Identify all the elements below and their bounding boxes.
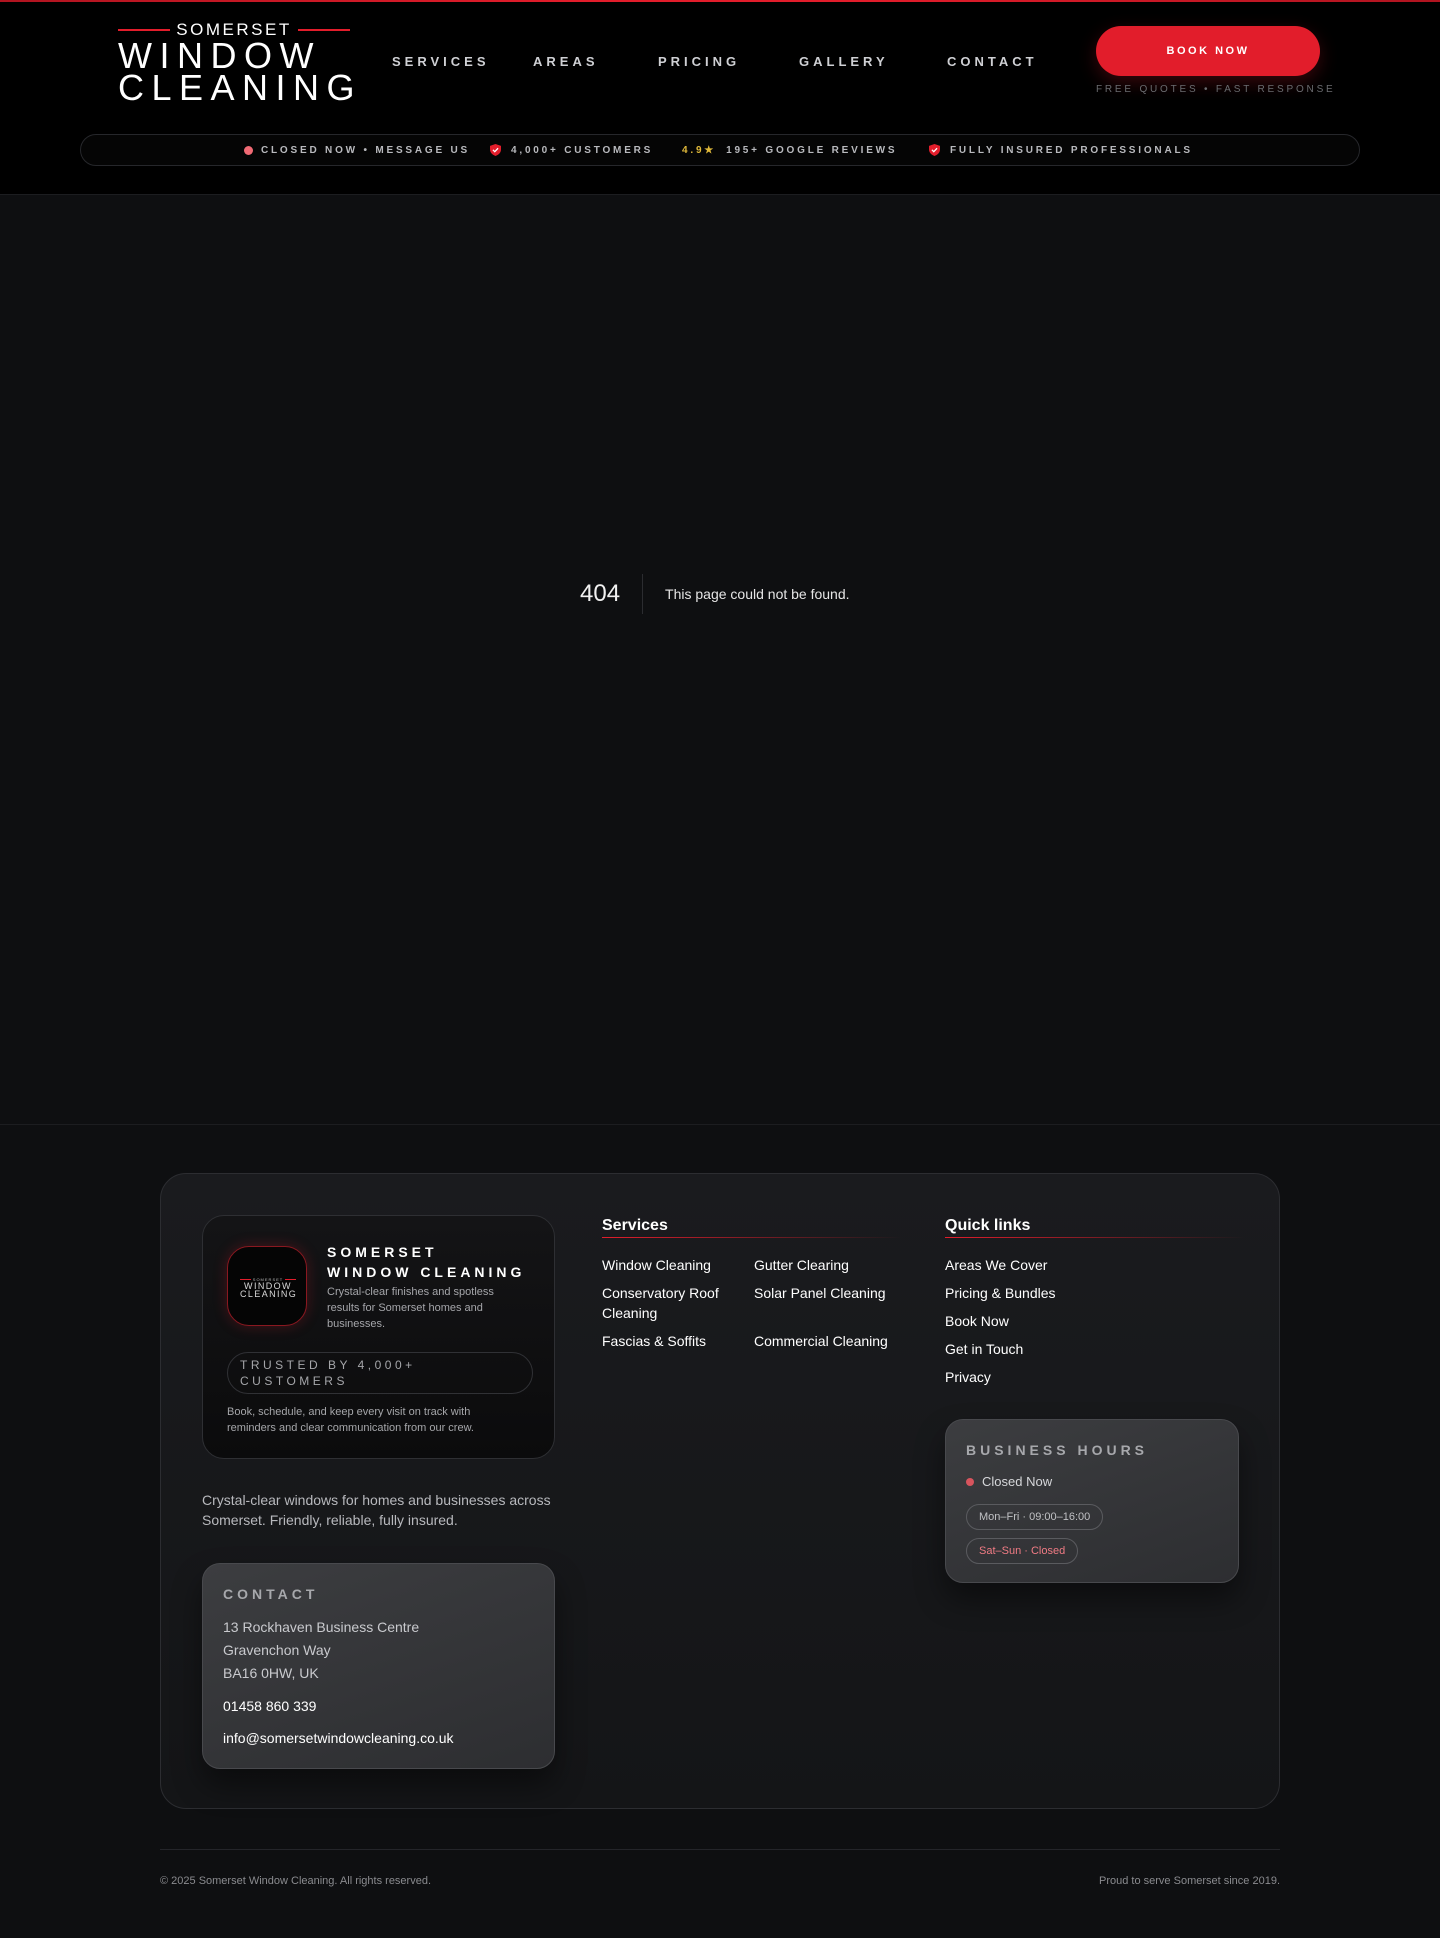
nav-services[interactable]: SERVICES: [392, 52, 490, 72]
status-text: CLOSED NOW • MESSAGE US: [261, 144, 471, 156]
book-now-button[interactable]: BOOK NOW: [1096, 26, 1320, 76]
status-item[interactable]: CLOSED NOW • MESSAGE US: [244, 135, 470, 165]
services-heading-rule: [602, 1237, 902, 1238]
insured-item: FULLY INSURED PROFESSIONALS: [929, 135, 1193, 165]
brand-name-line-2: WINDOW CLEANING: [327, 1264, 526, 1280]
trust-bar: CLOSED NOW • MESSAGE US 4,000+ CUSTOMERS…: [80, 134, 1360, 166]
business-hours-card: BUSINESS HOURS Closed Now Mon–Fri · 09:0…: [945, 1419, 1239, 1583]
contact-card: CONTACT 13 Rockhaven Business Centre Gra…: [202, 1563, 555, 1769]
weekday-hours-pill: Mon–Fri · 09:00–16:00: [966, 1504, 1104, 1530]
free-quotes-note: FREE QUOTES • FAST RESPONSE: [1096, 84, 1336, 95]
phone-link[interactable]: 01458 860 339: [223, 1696, 316, 1716]
nav-contact[interactable]: CONTACT: [947, 52, 1038, 72]
nav-pricing[interactable]: PRICING: [658, 52, 740, 72]
brand-name: SOMERSET WINDOW CLEANING: [327, 1242, 547, 1282]
copyright-text: © 2025 Somerset Window Cleaning. All rig…: [160, 1875, 432, 1887]
service-link-conservatory-roof[interactable]: Conservatory Roof Cleaning: [602, 1283, 732, 1323]
logo-rule-right: [297, 29, 350, 31]
address-line-2: Gravenchon Way: [223, 1642, 331, 1658]
main-content: 404 This page could not be found.: [0, 196, 1440, 1125]
error-code: 404: [580, 574, 644, 614]
shield-check-icon: [490, 144, 501, 156]
brand-description: Crystal-clear finishes and spotless resu…: [327, 1286, 494, 1330]
hours-status-text: Closed Now: [982, 1474, 1053, 1489]
nav-areas[interactable]: AREAS: [533, 52, 599, 72]
badge-line-2: CLEANING: [240, 1289, 298, 1299]
logo-line-2: CLEANING: [118, 67, 363, 108]
service-link-solar-panel[interactable]: Solar Panel Cleaning: [754, 1283, 886, 1303]
since-text: Proud to serve Somerset since 2019.: [1099, 1875, 1280, 1887]
site-header: SOMERSET WINDOW CLEANING SERVICES AREAS …: [0, 0, 1440, 195]
error-text: This page could not be found.: [665, 586, 850, 602]
brand-badge-logo: SOMERSET WINDOW CLEANING: [227, 1246, 307, 1326]
hours-title: BUSINESS HOURS: [966, 1442, 1149, 1458]
address-line-3: BA16 0HW, UK: [223, 1665, 319, 1681]
service-link-commercial[interactable]: Commercial Cleaning: [754, 1331, 888, 1351]
quick-link-book[interactable]: Book Now: [945, 1311, 1009, 1331]
weekend-hours-pill: Sat–Sun · Closed: [966, 1538, 1079, 1564]
quick-links-heading: Quick links: [945, 1217, 1031, 1234]
status-dot-icon: [966, 1478, 974, 1486]
brand-name-line-1: SOMERSET: [327, 1244, 438, 1260]
quick-links-heading-rule: [945, 1237, 1245, 1238]
status-dot-icon: [244, 145, 253, 155]
rating-value: 4.9★: [682, 144, 717, 156]
hours-status: Closed Now: [966, 1472, 1052, 1492]
footer-brand-card: SOMERSET WINDOW CLEANING SOMERSET WINDOW…: [202, 1215, 555, 1459]
reviews-text: 195+ GOOGLE REVIEWS: [726, 144, 898, 156]
customers-text: 4,000+ CUSTOMERS: [511, 144, 654, 156]
quick-link-pricing[interactable]: Pricing & Bundles: [945, 1283, 1056, 1303]
address-line-1: 13 Rockhaven Business Centre: [223, 1619, 420, 1635]
footer-divider: [160, 1849, 1280, 1850]
badge-logo-mark: SOMERSET WINDOW CLEANING: [240, 1277, 298, 1299]
customers-item: 4,000+ CUSTOMERS: [490, 135, 653, 165]
service-link-fascias-soffits[interactable]: Fascias & Soffits: [602, 1331, 706, 1351]
services-heading: Services: [602, 1217, 668, 1234]
service-link-gutter-clearing[interactable]: Gutter Clearing: [754, 1255, 849, 1275]
brand-subtext: Book, schedule, and keep every visit on …: [227, 1406, 474, 1434]
reviews-item[interactable]: 4.9★ 195+ GOOGLE REVIEWS: [682, 135, 897, 165]
not-found-message: 404 This page could not be found.: [580, 574, 850, 614]
quick-link-privacy[interactable]: Privacy: [945, 1367, 991, 1387]
footer-tagline: Crystal-clear windows for homes and busi…: [202, 1492, 551, 1528]
contact-title: CONTACT: [223, 1586, 319, 1602]
shield-check-icon: [929, 144, 940, 156]
footer-card: SOMERSET WINDOW CLEANING SOMERSET WINDOW…: [160, 1173, 1280, 1809]
logo-rule-left: [118, 29, 171, 31]
email-link[interactable]: info@somersetwindowcleaning.co.uk: [223, 1728, 454, 1748]
service-link-window-cleaning[interactable]: Window Cleaning: [602, 1255, 711, 1275]
quick-link-contact[interactable]: Get in Touch: [945, 1339, 1023, 1359]
quick-link-areas[interactable]: Areas We Cover: [945, 1255, 1047, 1275]
trusted-badge: TRUSTED BY 4,000+ CUSTOMERS: [227, 1352, 533, 1394]
accent-top-line: [0, 0, 1440, 2]
insured-text: FULLY INSURED PROFESSIONALS: [950, 144, 1193, 156]
nav-gallery[interactable]: GALLERY: [799, 52, 889, 72]
